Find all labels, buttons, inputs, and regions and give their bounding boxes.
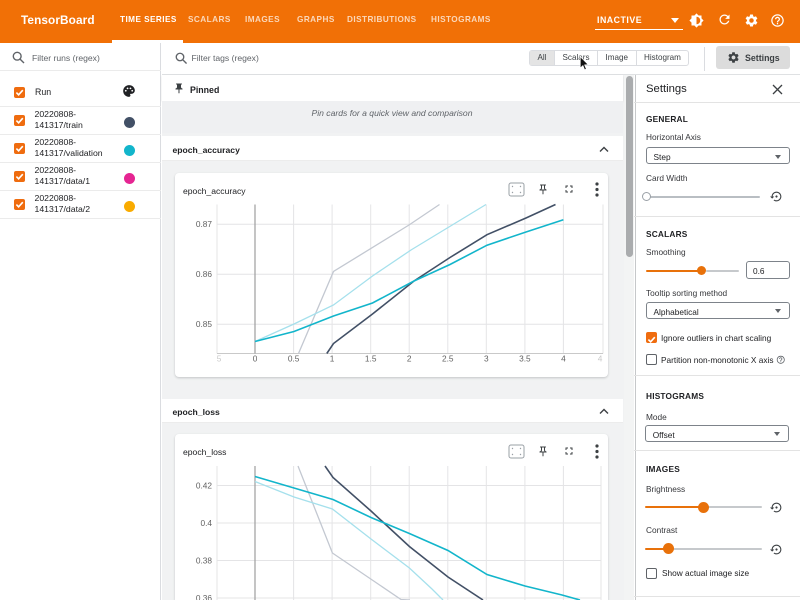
svg-text:2: 2 [407,354,412,364]
svg-text:3.5: 3.5 [519,354,531,364]
svg-text:0.85: 0.85 [196,319,213,329]
svg-text:3: 3 [484,354,489,364]
svg-text:0.86: 0.86 [196,269,213,279]
svg-text:0.5: 0.5 [288,354,300,364]
svg-text:0.4: 0.4 [200,518,212,528]
svg-text:1: 1 [330,354,335,364]
svg-text:0: 0 [253,354,258,364]
svg-text:0.38: 0.38 [196,556,213,566]
svg-text:4: 4 [598,354,603,364]
svg-text:2.5: 2.5 [442,354,454,364]
svg-text:4: 4 [561,354,566,364]
svg-text:1.5: 1.5 [365,354,377,364]
svg-text:0.36: 0.36 [196,593,213,600]
svg-text:0.42: 0.42 [196,481,213,491]
svg-text:0.87: 0.87 [196,219,213,229]
svg-text:5: 5 [217,354,222,364]
